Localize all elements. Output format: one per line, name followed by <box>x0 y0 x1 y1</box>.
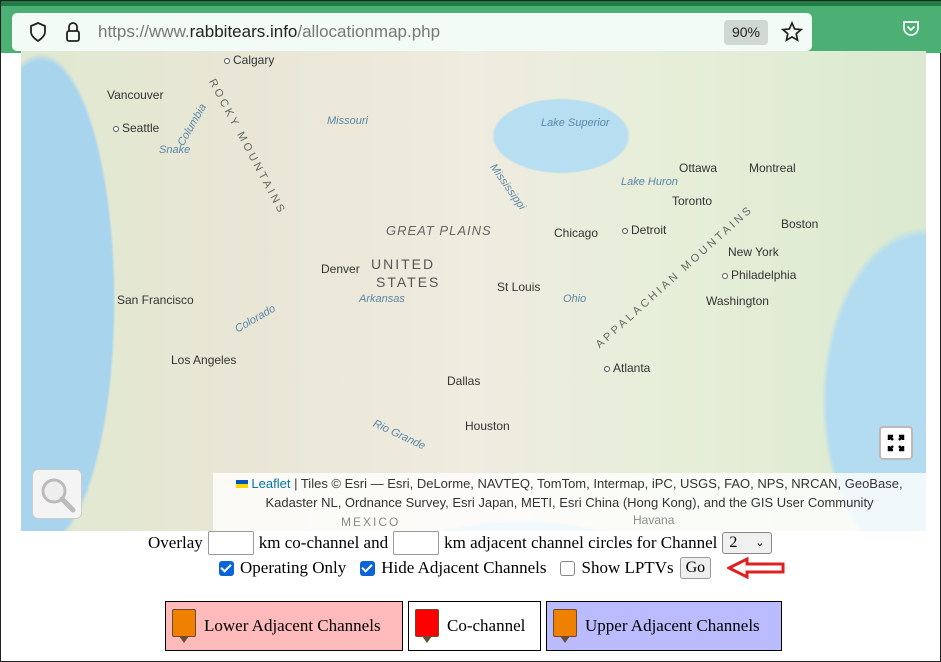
show-lptv-label: Show LPTVs <box>581 558 674 577</box>
search-map-button[interactable] <box>32 469 82 519</box>
city-label: Los Angeles <box>171 353 237 367</box>
legend-upper-adjacent: Upper Adjacent Channels <box>546 601 782 651</box>
city-label: Denver <box>321 262 360 276</box>
water-label: Columbia <box>175 101 210 149</box>
city-label: Calgary <box>224 53 274 67</box>
water-label: Arkansas <box>359 293 405 305</box>
city-label: Toronto <box>672 194 713 208</box>
zoom-level-badge[interactable]: 90% <box>724 20 768 45</box>
url-path: /allocationmap.php <box>297 22 441 41</box>
co-channel-km-input[interactable] <box>207 531 254 555</box>
water-label: Missouri <box>327 115 368 127</box>
channel-value: 2 <box>729 534 738 551</box>
country-label-mexico: MEXICO <box>341 515 401 529</box>
region-label: GREAT PLAINS <box>386 223 492 238</box>
adjacent-km-input[interactable] <box>393 531 440 555</box>
overlay-label: Overlay <box>148 533 203 552</box>
pocket-icon[interactable] <box>902 19 920 37</box>
city-label: Vancouver <box>107 88 164 102</box>
city-label: St Louis <box>497 280 541 294</box>
legend-label: Lower Adjacent Channels <box>204 616 381 635</box>
operating-only-label: Operating Only <box>240 558 347 577</box>
water-label: Lake Superior <box>541 117 610 129</box>
city-label: Boston <box>781 217 819 231</box>
allocation-map[interactable]: Calgary Vancouver Seattle San Francisco … <box>21 51 926 531</box>
water-label: Colorado <box>232 302 278 336</box>
adjacent-label: km adjacent channel circles for Channel <box>444 533 718 552</box>
leaflet-link[interactable]: Leaflet <box>251 476 290 491</box>
city-label-havana: Havana <box>633 513 675 527</box>
address-bar[interactable]: https://www.rabbitears.info/allocationma… <box>12 13 812 51</box>
city-label: Seattle <box>113 121 159 135</box>
magnifier-icon <box>41 478 76 513</box>
attribution-text: | Tiles © Esri — Esri, DeLorme, NAVTEQ, … <box>265 476 903 510</box>
co-channel-label: km co-channel and <box>258 533 389 552</box>
mountain-label: ROCKY MOUNTAINS <box>206 77 289 217</box>
hide-adjacent-label: Hide Adjacent Channels <box>381 558 547 577</box>
country-label: UNITED <box>371 256 436 272</box>
red-arrow-icon <box>727 556 785 580</box>
hide-adjacent-checkbox[interactable] <box>360 560 376 576</box>
city-label: Atlanta <box>604 361 650 375</box>
city-label: New York <box>728 245 779 259</box>
country-label: STATES <box>376 274 441 290</box>
water-label: Ohio <box>563 293 587 305</box>
go-button[interactable]: Go <box>679 557 712 579</box>
browser-toolbar: https://www.rabbitears.info/allocationma… <box>1 1 941 53</box>
city-label: Houston <box>465 419 510 433</box>
chevron-down-icon: ⌄ <box>755 537 765 549</box>
city-label: Dallas <box>447 374 481 388</box>
url-text[interactable]: https://www.rabbitears.info/allocationma… <box>98 22 440 42</box>
url-domain: rabbitears.info <box>189 22 298 41</box>
water-label: Rio Grande <box>371 417 428 453</box>
map-attribution: Leaflet | Tiles © Esri — Esri, DeLorme, … <box>213 473 926 531</box>
marker-icon <box>415 609 439 643</box>
city-label: Washington <box>706 294 769 308</box>
city-label: Chicago <box>554 226 599 240</box>
operating-only-checkbox[interactable] <box>219 560 234 576</box>
legend-label: Upper Adjacent Channels <box>585 616 760 635</box>
legend-lower-adjacent: Lower Adjacent Channels <box>165 601 403 651</box>
city-label: Philadelphia <box>722 268 796 282</box>
legend-co-channel: Co-channel <box>408 601 541 651</box>
ukraine-flag-icon <box>236 480 249 488</box>
fullscreen-icon <box>887 434 905 452</box>
show-lptv-checkbox[interactable] <box>560 560 576 576</box>
water-label: Mississippi <box>487 161 528 213</box>
url-prefix: https://www. <box>98 22 190 41</box>
water-label: Lake Huron <box>621 176 678 188</box>
marker-icon <box>172 609 196 643</box>
city-label: Ottawa <box>679 161 718 175</box>
fullscreen-button[interactable] <box>879 426 913 460</box>
legend-label: Co-channel <box>447 616 526 635</box>
star-bookmark-icon[interactable] <box>781 21 803 43</box>
city-label: San Francisco <box>117 293 194 307</box>
city-label: Detroit <box>622 223 666 237</box>
city-label: Montreal <box>749 161 796 175</box>
marker-icon <box>553 609 577 643</box>
shield-icon[interactable] <box>29 22 47 42</box>
lock-icon[interactable] <box>65 21 81 43</box>
channel-select[interactable]: 2 ⌄ <box>722 532 773 554</box>
